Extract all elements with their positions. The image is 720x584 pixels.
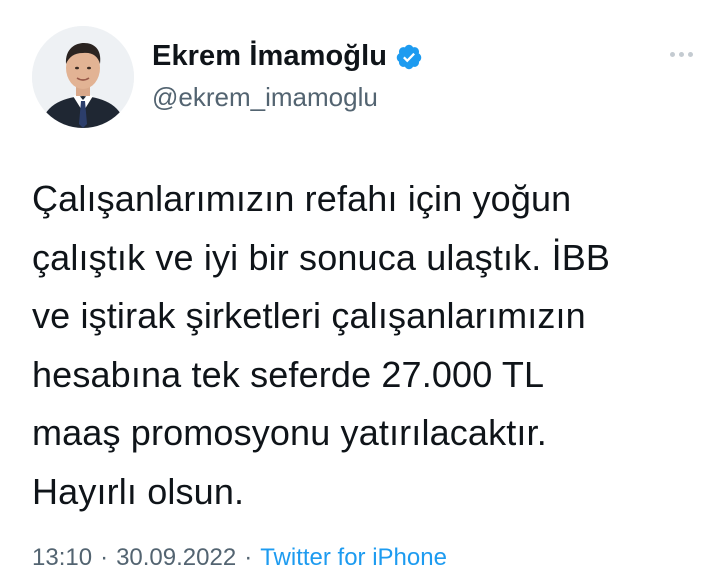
tweet-text: Çalışanlarımızın refahı için yoğun çalış… — [32, 178, 611, 512]
verified-badge-icon — [395, 43, 423, 71]
tweet-date[interactable]: 30.09.2022 — [116, 544, 236, 572]
avatar-photo — [32, 26, 134, 128]
user-handle[interactable]: @ekrem_imamoglu — [152, 82, 378, 113]
more-dots-icon — [687, 51, 693, 57]
tweet-time[interactable]: 13:10 — [32, 544, 92, 572]
name-row: Ekrem İmamoğlu — [152, 40, 423, 73]
tweet-card: Ekrem İmamoğlu @ekrem_imamoglu Çalışanla… — [0, 0, 720, 584]
meta-separator: · — [100, 544, 109, 571]
avatar[interactable] — [32, 26, 134, 128]
tweet-source-link[interactable]: Twitter for iPhone — [260, 544, 447, 572]
tweet-meta: 13:10 · 30.09.2022 · Twitter for iPhone — [32, 544, 447, 572]
display-name[interactable]: Ekrem İmamoğlu — [152, 40, 387, 73]
more-dots-icon — [678, 51, 684, 57]
meta-separator: · — [244, 544, 253, 571]
more-options-button[interactable] — [664, 44, 698, 64]
more-dots-icon — [669, 51, 675, 57]
